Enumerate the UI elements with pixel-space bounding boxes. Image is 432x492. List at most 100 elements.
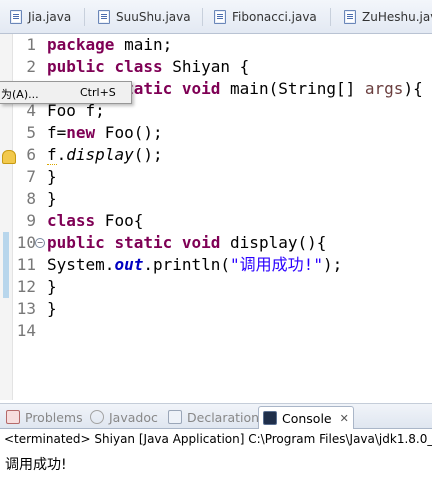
- line-number: 2: [26, 57, 36, 76]
- code-token: .: [56, 145, 67, 164]
- close-icon[interactable]: ✕: [340, 412, 349, 425]
- code-token: "调用成功!": [230, 255, 323, 274]
- code-token: display(){: [220, 233, 327, 252]
- code-token: class: [114, 57, 163, 76]
- code-line[interactable]: 2 public class Shiyan {: [0, 56, 432, 78]
- tab-label: Declaration: [187, 409, 260, 425]
- console-status-line: <terminated> Shiyan [Java Application] C…: [4, 432, 432, 446]
- java-file-icon: [98, 10, 110, 24]
- code-text[interactable]: }: [47, 188, 57, 210]
- code-line[interactable]: 11 System.out.println("调用成功!");: [0, 254, 432, 276]
- line-number: 7: [26, 167, 36, 186]
- tab-label: Fibonacci.java: [232, 10, 317, 24]
- code-token: .println(: [143, 255, 231, 274]
- tab-label: Jia.java: [28, 10, 72, 24]
- code-token: void: [181, 79, 221, 98]
- tab-divider: [330, 8, 331, 26]
- bottom-panel: Problems Javadoc Declaration Console ✕ <…: [0, 403, 432, 492]
- code-text[interactable]: package main;: [47, 34, 172, 56]
- problems-icon: [6, 410, 20, 424]
- tab-declaration[interactable]: Declaration: [168, 407, 259, 427]
- code-text[interactable]: }: [47, 298, 57, 320]
- tab-javadoc[interactable]: Javadoc: [90, 407, 158, 427]
- tab-label: ZuHeshu.java: [362, 10, 432, 24]
- code-token: static: [114, 233, 173, 252]
- editor-tab-bar: Jia.java SuuShu.java Fibonacci.java ZuHe…: [0, 0, 432, 34]
- context-menu-item-save-as[interactable]: 为(A)... Ctrl+S: [0, 81, 132, 104]
- code-line[interactable]: 8}: [0, 188, 432, 210]
- code-token: class: [47, 211, 96, 230]
- code-token: Foo();: [95, 123, 163, 142]
- tab-divider: [202, 8, 203, 26]
- code-text[interactable]: }: [47, 276, 57, 298]
- menu-item-shortcut: Ctrl+S: [80, 86, 116, 99]
- tab-suushu-java[interactable]: SuuShu.java: [98, 4, 191, 30]
- java-file-icon: [344, 10, 356, 24]
- tab-zuheshu-java[interactable]: ZuHeshu.java: [344, 4, 432, 30]
- code-line[interactable]: 5 f=new Foo();: [0, 122, 432, 144]
- code-token: }: [47, 189, 57, 208]
- code-token: }: [47, 299, 57, 318]
- code-line[interactable]: 14: [0, 320, 432, 342]
- code-token: main(String[]: [220, 79, 365, 98]
- tab-problems[interactable]: Problems: [6, 407, 83, 427]
- code-line[interactable]: 10 public static void display(){: [0, 232, 432, 254]
- code-token: package: [47, 35, 115, 54]
- code-token: display: [66, 145, 134, 164]
- line-number: 11: [16, 255, 36, 274]
- code-text[interactable]: public class Shiyan {: [47, 56, 249, 78]
- code-line[interactable]: 7}: [0, 166, 432, 188]
- code-token: out: [114, 255, 144, 274]
- code-text[interactable]: f=new Foo();: [47, 122, 163, 144]
- code-line[interactable]: 6 f.display();: [0, 144, 432, 166]
- code-token: System.: [47, 255, 115, 274]
- tab-console[interactable]: Console ✕: [258, 406, 354, 429]
- view-tab-bar: Problems Javadoc Declaration Console ✕: [0, 404, 432, 429]
- line-number: 8: [26, 189, 36, 208]
- code-token: f: [47, 145, 57, 165]
- line-number: 1: [26, 35, 36, 54]
- code-token: args: [364, 79, 404, 98]
- code-line[interactable]: 13}: [0, 298, 432, 320]
- code-token: main;: [114, 35, 173, 54]
- tab-label: Problems: [25, 409, 83, 425]
- line-number: 5: [26, 123, 36, 142]
- code-token: public: [47, 57, 105, 76]
- menu-item-label: 为(A)...: [1, 88, 39, 101]
- line-number: 10: [16, 233, 36, 252]
- tab-fibonacci-java[interactable]: Fibonacci.java: [214, 4, 317, 30]
- code-token: Shiyan {: [162, 57, 250, 76]
- code-token: );: [322, 255, 343, 274]
- tab-label: Console: [282, 410, 332, 426]
- code-token: Foo{: [95, 211, 144, 230]
- code-token: ();: [133, 145, 163, 164]
- console-icon: [263, 411, 277, 425]
- code-text[interactable]: f.display();: [47, 144, 163, 166]
- line-number: 9: [26, 211, 36, 230]
- line-number: 6: [26, 145, 36, 164]
- code-text[interactable]: System.out.println("调用成功!");: [47, 254, 342, 276]
- code-line[interactable]: 12}: [0, 276, 432, 298]
- line-number: 12: [16, 277, 36, 296]
- code-token: void: [181, 233, 221, 252]
- line-number: 14: [16, 321, 36, 340]
- javadoc-icon: [90, 410, 104, 424]
- code-token: public: [47, 233, 105, 252]
- code-line[interactable]: 9 class Foo{: [0, 210, 432, 232]
- code-text[interactable]: class Foo{: [47, 210, 143, 232]
- code-line[interactable]: 1 package main;: [0, 34, 432, 56]
- code-text[interactable]: }: [47, 166, 57, 188]
- code-token: new: [66, 123, 96, 142]
- java-file-icon: [10, 10, 22, 24]
- tab-jia-java[interactable]: Jia.java: [10, 4, 71, 30]
- code-token: f=: [47, 123, 67, 142]
- console-output[interactable]: 调用成功!: [5, 454, 67, 474]
- code-text[interactable]: public static void display(){: [47, 232, 326, 254]
- tab-divider: [84, 8, 85, 26]
- java-file-icon: [214, 10, 226, 24]
- tab-label: SuuShu.java: [116, 10, 191, 24]
